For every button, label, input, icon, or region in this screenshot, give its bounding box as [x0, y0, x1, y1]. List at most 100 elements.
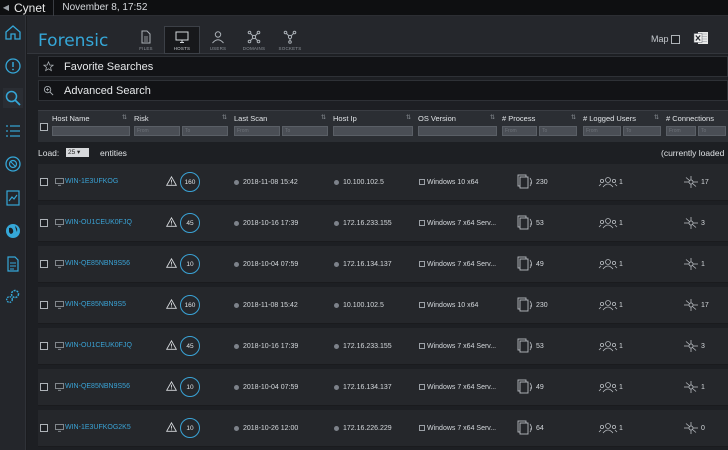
shield-icon[interactable]	[3, 154, 23, 174]
connections-cell[interactable]: 0	[683, 421, 705, 435]
host-name-link[interactable]: WIN-1E3UFKOG2K5	[65, 424, 131, 431]
sort-icon[interactable]: ⇅	[406, 114, 411, 121]
logged-users-cell[interactable]: 1	[598, 175, 623, 189]
logged-users-cell[interactable]: 1	[598, 216, 623, 230]
filter-to-input[interactable]: To	[698, 126, 726, 136]
filter-input[interactable]	[52, 126, 130, 136]
select-all-checkbox[interactable]	[40, 123, 48, 131]
filter-to-input[interactable]: To	[182, 126, 228, 136]
logged-users-cell[interactable]: 1	[598, 380, 623, 394]
connections-cell[interactable]: 1	[683, 380, 705, 394]
filter-from-input[interactable]: From	[134, 126, 180, 136]
load-count-select[interactable]: 25 ▾	[66, 148, 89, 157]
process-count-cell[interactable]: 230	[517, 297, 548, 313]
row-checkbox[interactable]	[40, 178, 48, 186]
host-name-link[interactable]: WIN-QE85NBN9S56	[65, 260, 130, 267]
column-host-name[interactable]: Host Name	[52, 114, 132, 136]
sort-icon[interactable]: ⇅	[571, 114, 576, 121]
column-logged-users[interactable]: ⇅ # Logged Users From To	[571, 114, 663, 136]
advanced-search-bar[interactable]: Advanced Search	[38, 80, 728, 101]
search-icon[interactable]	[3, 88, 23, 108]
logged-users-cell[interactable]: 1	[598, 298, 623, 312]
connections-cell[interactable]: 1	[683, 257, 705, 271]
table-row[interactable]: WIN-OU1CEUK0FJQ 45 2018-10-16 17:39 172.16.…	[38, 205, 728, 242]
sort-icon[interactable]: ⇅	[321, 114, 326, 121]
host-name-link[interactable]: WIN-QE85NBN9S5	[65, 301, 126, 308]
filter-to-input[interactable]: To	[282, 126, 328, 136]
sort-icon[interactable]: ⇅	[122, 114, 127, 121]
filter-input[interactable]	[333, 126, 413, 136]
row-checkbox[interactable]	[40, 383, 48, 391]
filter-from-input[interactable]: From	[666, 126, 696, 136]
favorite-searches-bar[interactable]: Favorite Searches	[38, 56, 728, 77]
list-icon[interactable]	[3, 121, 23, 141]
column-last-scan[interactable]: ⇅ Last Scan From To	[222, 114, 330, 136]
connections-cell[interactable]: 3	[683, 339, 705, 353]
excel-icon[interactable]	[693, 30, 709, 46]
row-checkbox[interactable]	[40, 342, 48, 350]
windows-icon	[419, 179, 425, 186]
back-arrow-icon[interactable]: ◀	[0, 3, 12, 12]
connections-cell[interactable]: 3	[683, 216, 705, 230]
column-connections[interactable]: ⇅ # Connections From To	[654, 114, 728, 136]
host-name-link[interactable]: WIN-1E3UFKOG	[65, 178, 118, 185]
filter-input[interactable]	[418, 126, 497, 136]
tab-users[interactable]: USERS	[200, 26, 236, 54]
column-label: OS Version	[418, 114, 456, 123]
tab-sockets[interactable]: SOCKETS	[272, 26, 308, 54]
map-toggle[interactable]: Map	[651, 34, 680, 44]
file-icon	[141, 30, 151, 44]
process-count-cell[interactable]: 53	[517, 215, 544, 231]
connections-cell[interactable]: 17	[683, 175, 709, 189]
host-name-link[interactable]: WIN-OU1CEUK0FJQ	[65, 342, 132, 349]
column-risk[interactable]: ⇅ Risk From To	[122, 114, 230, 136]
logged-users-cell[interactable]: 1	[598, 257, 623, 271]
tab-label: USERS	[209, 46, 227, 51]
process-count-cell[interactable]: 49	[517, 379, 544, 395]
tab-domains[interactable]: DOMAINS	[236, 26, 272, 54]
column-host-ip[interactable]: ⇅ Host Ip	[321, 114, 415, 136]
table-row[interactable]: WIN-QE85NBN9S56 10 2018-10-04 07:59 172.16.…	[38, 246, 728, 283]
scan-icon	[234, 343, 239, 349]
table-row[interactable]: WIN-1E3UFKOG 160 2018-11-08 15:42 10.100.10…	[38, 164, 728, 201]
sort-icon[interactable]: ⇅	[490, 114, 495, 121]
column-os-version[interactable]: ⇅ OS Version	[406, 114, 499, 136]
logged-users-cell[interactable]: 1	[598, 339, 623, 353]
process-count-cell[interactable]: 64	[517, 420, 544, 436]
host-name-link[interactable]: WIN-OU1CEUK0FJQ	[65, 219, 132, 226]
alert-icon[interactable]	[3, 56, 23, 76]
process-count-cell[interactable]: 49	[517, 256, 544, 272]
map-checkbox[interactable]	[670, 34, 680, 44]
filter-from-input[interactable]: From	[583, 126, 621, 136]
column-process[interactable]: ⇅ # Process From To	[490, 114, 579, 136]
settings-icon[interactable]	[3, 286, 23, 306]
tab-files[interactable]: FILES	[128, 26, 164, 54]
row-checkbox[interactable]	[40, 219, 48, 227]
document-icon[interactable]	[3, 254, 23, 274]
tab-hosts[interactable]: HOSTS	[164, 26, 200, 54]
logged-users-cell[interactable]: 1	[598, 421, 623, 435]
connections-cell[interactable]: 17	[683, 298, 709, 312]
table-row[interactable]: WIN-QE85NBN9S5 160 2018-11-08 15:42 10.100.…	[38, 287, 728, 324]
host-name-link[interactable]: WIN-QE85NBN9S56	[65, 383, 130, 390]
process-count-cell[interactable]: 230	[517, 174, 548, 190]
filter-from-input[interactable]: From	[502, 126, 537, 136]
sort-icon[interactable]: ⇅	[654, 114, 659, 121]
table-row[interactable]: WIN-1E3UFKOG2K5 10 2018-10-26 12:00 172.16.…	[38, 410, 728, 447]
filter-to-input[interactable]: To	[623, 126, 661, 136]
sort-icon[interactable]: ⇅	[222, 114, 227, 121]
home-icon[interactable]	[3, 22, 23, 42]
column-label: Host Ip	[333, 114, 357, 123]
host-ip-value: 172.16.134.137	[343, 261, 392, 268]
row-checkbox[interactable]	[40, 424, 48, 432]
globe-icon[interactable]	[3, 221, 23, 241]
row-checkbox[interactable]	[40, 260, 48, 268]
table-row[interactable]: WIN-OU1CEUK0FJQ 45 2018-10-16 17:39 172.16.…	[38, 328, 728, 365]
host-ip-value: 172.16.226.229	[343, 425, 392, 432]
filter-to-input[interactable]: To	[539, 126, 577, 136]
process-count-cell[interactable]: 53	[517, 338, 544, 354]
filter-from-input[interactable]: From	[234, 126, 280, 136]
table-row[interactable]: WIN-QE85NBN9S56 10 2018-10-04 07:59 172.16.…	[38, 369, 728, 406]
row-checkbox[interactable]	[40, 301, 48, 309]
report-icon[interactable]	[3, 188, 23, 208]
